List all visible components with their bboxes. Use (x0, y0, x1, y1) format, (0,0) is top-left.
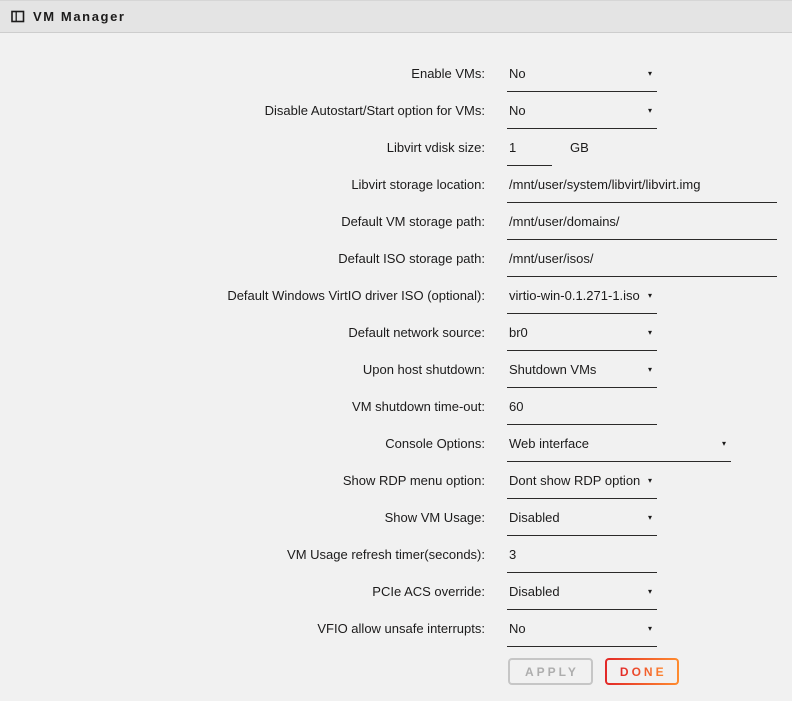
dropdown-arrow-icon: ▾ (648, 477, 652, 485)
vm-usage-refresh-timer-field (507, 547, 657, 573)
upon-host-shutdown-selected-value: Shutdown VMs (507, 362, 596, 378)
field-label-show-vm-usage: Show VM Usage: (0, 510, 485, 526)
vfio-allow-unsafe-interrupts-select[interactable]: No ▾ (507, 621, 657, 647)
field-label-libvirt-storage-location: Libvirt storage location: (0, 177, 485, 193)
form-row-vm-usage-refresh-timer: VM Usage refresh timer(seconds): (0, 547, 792, 573)
show-rdp-menu-option-select[interactable]: Dont show RDP option ▾ (507, 473, 657, 499)
libvirt-storage-location-input[interactable] (507, 177, 777, 193)
form-row-upon-host-shutdown: Upon host shutdown: Shutdown VMs ▾ (0, 362, 792, 388)
disable-autostart-selected-value: No (507, 103, 526, 119)
default-virtio-driver-iso-select[interactable]: virtio-win-0.1.271-1.iso ▾ (507, 288, 657, 314)
console-options-select[interactable]: Web interface ▾ (507, 436, 731, 462)
done-button[interactable]: DONE (607, 660, 677, 683)
libvirt-vdisk-size-field (507, 140, 552, 166)
upon-host-shutdown-select[interactable]: Shutdown VMs ▾ (507, 362, 657, 388)
default-network-source-selected-value: br0 (507, 325, 528, 341)
vm-shutdown-timeout-input[interactable] (507, 399, 657, 415)
dropdown-arrow-icon: ▾ (648, 514, 652, 522)
field-label-enable-vms: Enable VMs: (0, 66, 485, 82)
field-label-console-options: Console Options: (0, 436, 485, 452)
form-row-default-network-source: Default network source: br0 ▾ (0, 325, 792, 351)
form-row-enable-vms: Enable VMs: No ▾ (0, 66, 792, 92)
vm-manager-settings-form: Enable VMs:No▾Disable Autostart/Start op… (0, 33, 792, 685)
apply-button[interactable]: APPLY (508, 658, 593, 685)
field-label-vm-shutdown-timeout: VM shutdown time-out: (0, 399, 485, 415)
vm-shutdown-timeout-field (507, 399, 657, 425)
field-label-disable-autostart: Disable Autostart/Start option for VMs: (0, 103, 485, 119)
default-virtio-driver-iso-selected-value: virtio-win-0.1.271-1.iso (507, 288, 640, 304)
field-label-vfio-allow-unsafe-interrupts: VFIO allow unsafe interrupts: (0, 621, 485, 637)
field-label-default-vm-storage-path: Default VM storage path: (0, 214, 485, 230)
pcie-acs-override-selected-value: Disabled (507, 584, 560, 600)
show-vm-usage-selected-value: Disabled (507, 510, 560, 526)
dropdown-arrow-icon: ▾ (648, 625, 652, 633)
enable-vms-selected-value: No (507, 66, 526, 82)
show-vm-usage-select[interactable]: Disabled ▾ (507, 510, 657, 536)
form-row-default-iso-storage-path: Default ISO storage path: (0, 251, 792, 277)
enable-vms-select[interactable]: No ▾ (507, 66, 657, 92)
default-iso-storage-path-field (507, 251, 777, 277)
field-label-pcie-acs-override: PCIe ACS override: (0, 584, 485, 600)
field-label-libvirt-vdisk-size: Libvirt vdisk size: (0, 140, 485, 156)
dropdown-arrow-icon: ▾ (648, 329, 652, 337)
field-label-default-virtio-driver-iso: Default Windows VirtIO driver ISO (optio… (0, 288, 485, 304)
done-button-border: DONE (605, 658, 679, 685)
form-row-vm-shutdown-timeout: VM shutdown time-out: (0, 399, 792, 425)
page-header: VM Manager (0, 0, 792, 33)
form-actions: APPLY DONE (508, 658, 792, 685)
dropdown-arrow-icon: ▾ (722, 440, 726, 448)
vfio-allow-unsafe-interrupts-selected-value: No (507, 621, 526, 637)
dropdown-arrow-icon: ▾ (648, 107, 652, 115)
form-row-console-options: Console Options: Web interface ▾ (0, 436, 792, 462)
libvirt-vdisk-size-unit-label: GB (570, 140, 589, 156)
default-vm-storage-path-field (507, 214, 777, 240)
form-row-show-vm-usage: Show VM Usage: Disabled ▾ (0, 510, 792, 536)
form-row-default-virtio-driver-iso: Default Windows VirtIO driver ISO (optio… (0, 288, 792, 314)
field-label-default-iso-storage-path: Default ISO storage path: (0, 251, 485, 267)
libvirt-storage-location-field (507, 177, 777, 203)
show-rdp-menu-option-selected-value: Dont show RDP option (507, 473, 640, 489)
vm-usage-refresh-timer-input[interactable] (507, 547, 657, 563)
pcie-acs-override-select[interactable]: Disabled ▾ (507, 584, 657, 610)
libvirt-vdisk-size-input[interactable] (507, 140, 552, 156)
dropdown-arrow-icon: ▾ (648, 366, 652, 374)
form-row-show-rdp-menu-option: Show RDP menu option: Dont show RDP optio… (0, 473, 792, 499)
done-button-label: DONE (620, 665, 667, 679)
field-label-vm-usage-refresh-timer: VM Usage refresh timer(seconds): (0, 547, 485, 563)
disable-autostart-select[interactable]: No ▾ (507, 103, 657, 129)
field-label-default-network-source: Default network source: (0, 325, 485, 341)
dropdown-arrow-icon: ▾ (648, 70, 652, 78)
default-vm-storage-path-input[interactable] (507, 214, 777, 230)
form-rows: Enable VMs:No▾Disable Autostart/Start op… (0, 66, 792, 647)
form-row-vfio-allow-unsafe-interrupts: VFIO allow unsafe interrupts: No ▾ (0, 621, 792, 647)
field-label-upon-host-shutdown: Upon host shutdown: (0, 362, 485, 378)
vm-manager-columns-icon (11, 10, 25, 23)
form-row-pcie-acs-override: PCIe ACS override: Disabled ▾ (0, 584, 792, 610)
form-row-libvirt-storage-location: Libvirt storage location: (0, 177, 792, 203)
default-iso-storage-path-input[interactable] (507, 251, 777, 267)
dropdown-arrow-icon: ▾ (648, 292, 652, 300)
field-label-show-rdp-menu-option: Show RDP menu option: (0, 473, 485, 489)
form-row-default-vm-storage-path: Default VM storage path: (0, 214, 792, 240)
default-network-source-select[interactable]: br0 ▾ (507, 325, 657, 351)
dropdown-arrow-icon: ▾ (648, 588, 652, 596)
form-row-libvirt-vdisk-size: Libvirt vdisk size: GB (0, 140, 792, 166)
page-title: VM Manager (33, 9, 126, 24)
console-options-selected-value: Web interface (507, 436, 589, 452)
form-row-disable-autostart: Disable Autostart/Start option for VMs: N… (0, 103, 792, 129)
